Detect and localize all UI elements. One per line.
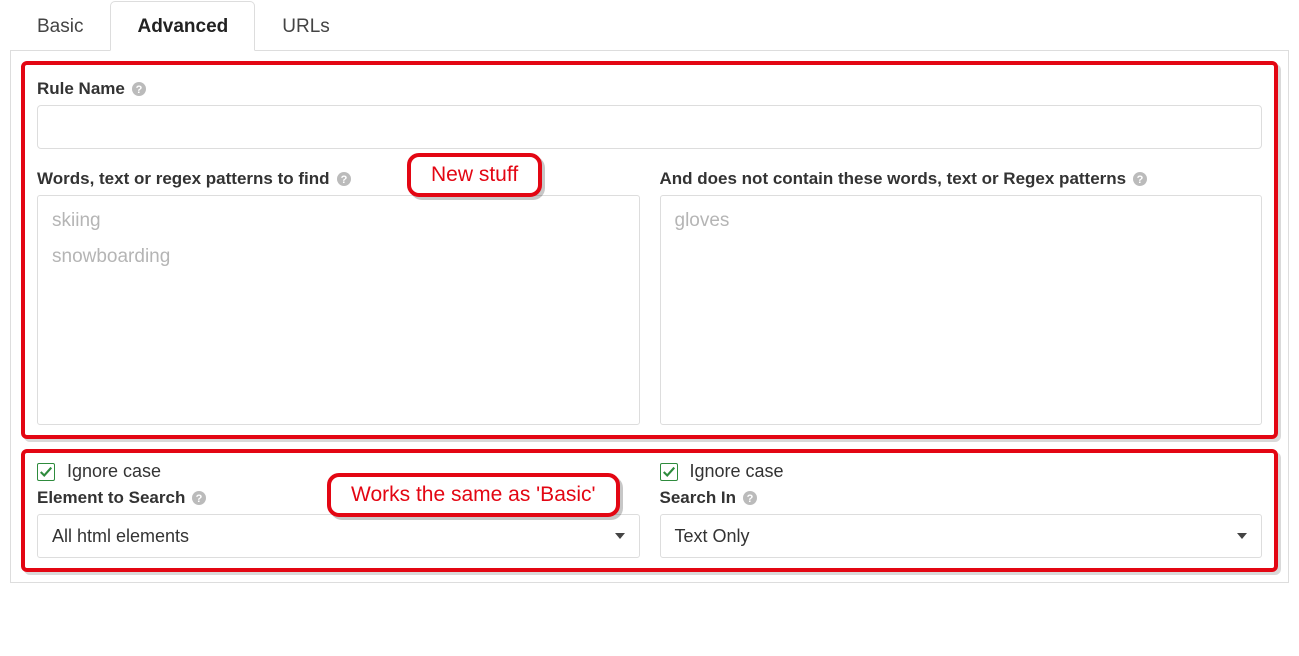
help-icon[interactable]: ? [191, 490, 207, 506]
right-options: Ignore case Search In ? Text Only [660, 461, 1263, 558]
find-label: Words, text or regex patterns to find ? [37, 169, 640, 189]
find-label-text: Words, text or regex patterns to find [37, 169, 330, 189]
tag[interactable]: gloves [675, 210, 1248, 232]
search-in-label: Search In [660, 488, 737, 508]
element-to-search-select[interactable]: All html elements [37, 514, 640, 558]
tag[interactable]: skiing [52, 210, 625, 232]
tab-basic[interactable]: Basic [10, 1, 110, 51]
callout-new-stuff: Rule Name ? Words, text or regex pattern… [21, 61, 1278, 439]
exclude-label-text: And does not contain these words, text o… [660, 169, 1127, 189]
svg-text:?: ? [747, 493, 754, 505]
chevron-down-icon [1237, 533, 1247, 539]
find-column: Words, text or regex patterns to find ? … [37, 163, 640, 425]
find-tags-input[interactable]: skiing snowboarding [37, 195, 640, 425]
help-icon[interactable]: ? [131, 81, 147, 97]
svg-text:?: ? [340, 174, 347, 186]
ignore-case-label-right: Ignore case [690, 461, 784, 482]
search-in-value: Text Only [675, 526, 750, 547]
callout-same-as-basic: Ignore case Element to Search ? All html… [21, 449, 1278, 572]
tab-panel: Rule Name ? Words, text or regex pattern… [10, 50, 1289, 583]
exclude-column: And does not contain these words, text o… [660, 163, 1263, 425]
tab-strip: Basic Advanced URLs [10, 0, 1289, 50]
ignore-case-label-left: Ignore case [67, 461, 161, 482]
rule-name-label: Rule Name ? [37, 79, 1262, 99]
exclude-label: And does not contain these words, text o… [660, 169, 1263, 189]
chevron-down-icon [615, 533, 625, 539]
ignore-case-checkbox-right[interactable] [660, 463, 678, 481]
help-icon[interactable]: ? [1132, 171, 1148, 187]
search-in-select[interactable]: Text Only [660, 514, 1263, 558]
rule-name-label-text: Rule Name [37, 79, 125, 99]
svg-text:?: ? [196, 493, 203, 505]
left-options: Ignore case Element to Search ? All html… [37, 461, 640, 558]
ignore-case-checkbox-left[interactable] [37, 463, 55, 481]
help-icon[interactable]: ? [742, 490, 758, 506]
tag[interactable]: snowboarding [52, 246, 625, 268]
element-to-search-label: Element to Search [37, 488, 185, 508]
rule-name-input[interactable] [37, 105, 1262, 149]
help-icon[interactable]: ? [336, 171, 352, 187]
svg-text:?: ? [136, 84, 143, 96]
svg-text:?: ? [1137, 174, 1144, 186]
exclude-tags-input[interactable]: gloves [660, 195, 1263, 425]
element-to-search-value: All html elements [52, 526, 189, 547]
tab-advanced[interactable]: Advanced [110, 1, 255, 51]
tab-urls[interactable]: URLs [255, 1, 357, 51]
